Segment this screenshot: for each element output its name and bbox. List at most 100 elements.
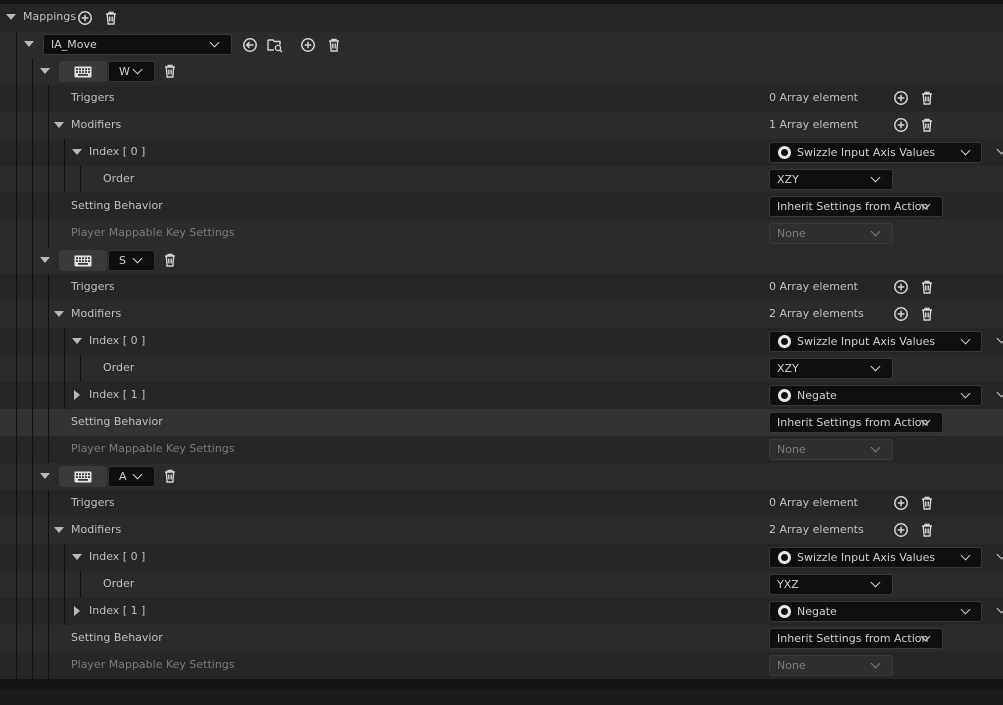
key-value: W [119,65,130,78]
trash-icon[interactable] [919,522,935,538]
collapse-triangle-icon[interactable] [72,554,82,560]
add-circle-icon[interactable] [893,279,909,295]
modifier-class-icon [778,551,791,564]
indent-guide [32,625,33,652]
modifier-class-icon [778,335,791,348]
browse-folder-icon[interactable] [267,37,283,53]
setting-behavior-label: Setting Behavior [71,631,163,644]
player-mappable-combo: None [769,655,893,676]
collapse-triangle-icon[interactable] [54,527,64,533]
indent-guide [32,463,33,490]
chevron-down-icon [960,145,971,156]
trash-icon[interactable] [326,37,342,53]
row-expand-chevron-icon[interactable] [996,603,1003,614]
indent-guide [48,328,49,355]
add-circle-icon[interactable] [893,306,909,322]
indent-guide [16,112,17,139]
collapse-triangle-icon[interactable] [40,257,50,263]
add-circle-icon[interactable] [893,522,909,538]
trash-icon[interactable] [919,117,935,133]
trash-icon[interactable] [162,252,178,268]
modifier-class-combo[interactable]: Swizzle Input Axis Values [769,547,982,568]
setting-behavior-combo[interactable]: Inherit Settings from Action [769,628,943,649]
keyboard-icon [74,471,92,486]
collapse-triangle-icon[interactable] [40,68,50,74]
indent-guide [48,274,49,301]
add-circle-icon[interactable] [893,90,909,106]
collapse-triangle-icon[interactable] [72,338,82,344]
input-action-combo[interactable]: IA_Move [43,34,232,55]
row-expand-chevron-icon[interactable] [996,387,1003,398]
triggers-label: Triggers [71,496,115,509]
setting-behavior-combo-value: Inherit Settings from Action [777,632,929,645]
modifier-class-icon [778,146,791,159]
modifiers-row: Modifiers 1 Array element [0,112,1003,139]
modifier-class-value: Negate [797,605,837,618]
action-row: IA_Move [0,31,1003,58]
order-combo[interactable]: YXZ [769,574,893,595]
indent-guide [32,247,33,274]
row-expand-chevron-icon[interactable] [996,144,1003,155]
indent-guide [48,220,49,247]
modifier-class-combo[interactable]: Swizzle Input Axis Values [769,331,982,352]
add-circle-icon[interactable] [300,37,316,53]
triggers-label: Triggers [71,91,115,104]
trash-icon[interactable] [919,306,935,322]
collapse-triangle-icon[interactable] [24,41,34,47]
expand-triangle-icon[interactable] [74,390,80,400]
trash-icon[interactable] [919,279,935,295]
keyboard-icon [74,66,92,81]
expand-triangle-icon[interactable] [74,606,80,616]
indent-guide [16,490,17,517]
trash-icon[interactable] [103,10,119,26]
order-combo[interactable]: XZY [769,358,893,379]
player-mappable-combo-value: None [777,227,806,240]
trash-icon[interactable] [919,495,935,511]
order-combo[interactable]: XZY [769,169,893,190]
array-count: 0 Array element [769,496,858,509]
indent-guide [48,139,49,166]
row-expand-chevron-icon[interactable] [996,549,1003,560]
collapse-triangle-icon[interactable] [6,14,16,20]
collapse-triangle-icon[interactable] [54,122,64,128]
trash-icon[interactable] [162,468,178,484]
indent-guide [16,301,17,328]
indent-guide [16,652,17,679]
setting-behavior-combo-value: Inherit Settings from Action [777,416,929,429]
modifier-class-combo[interactable]: Negate [769,601,982,622]
collapse-triangle-icon[interactable] [54,311,64,317]
row-expand-chevron-icon[interactable] [996,333,1003,344]
modifier-class-combo[interactable]: Swizzle Input Axis Values [769,142,982,163]
array-count: 1 Array element [769,118,858,131]
key-selector-button[interactable] [59,250,107,271]
add-circle-icon[interactable] [77,10,93,26]
modifiers-row: Modifiers 2 Array elements [0,517,1003,544]
add-circle-icon[interactable] [893,117,909,133]
indent-guide [16,166,17,193]
key-selector-button[interactable] [59,466,107,487]
order-combo-value: YXZ [777,578,799,591]
indent-guide [16,355,17,382]
keyboard-icon [74,255,92,270]
modifier-index-label: Index [ 0 ] [89,334,146,347]
setting-behavior-combo[interactable]: Inherit Settings from Action [769,412,943,433]
modifier-class-combo[interactable]: Negate [769,385,982,406]
player-mappable-row: Player Mappable Key Settings None [0,220,1003,247]
indent-guide [48,112,49,139]
player-mappable-combo: None [769,223,893,244]
indent-guide [16,409,17,436]
use-selected-arrow-icon[interactable] [242,37,258,53]
collapse-triangle-icon[interactable] [72,149,82,155]
add-circle-icon[interactable] [893,495,909,511]
key-combo[interactable]: W [108,61,155,82]
chevron-down-icon [870,361,881,372]
indent-guide [32,652,33,679]
setting-behavior-combo[interactable]: Inherit Settings from Action [769,196,943,217]
key-selector-button[interactable] [59,61,107,82]
collapse-triangle-icon[interactable] [40,473,50,479]
key-combo[interactable]: A [108,466,155,487]
key-combo[interactable]: S [108,250,155,271]
trash-icon[interactable] [919,90,935,106]
modifier-index-row: Index [ 0 ] Swizzle Input Axis Values [0,328,1003,355]
trash-icon[interactable] [162,63,178,79]
